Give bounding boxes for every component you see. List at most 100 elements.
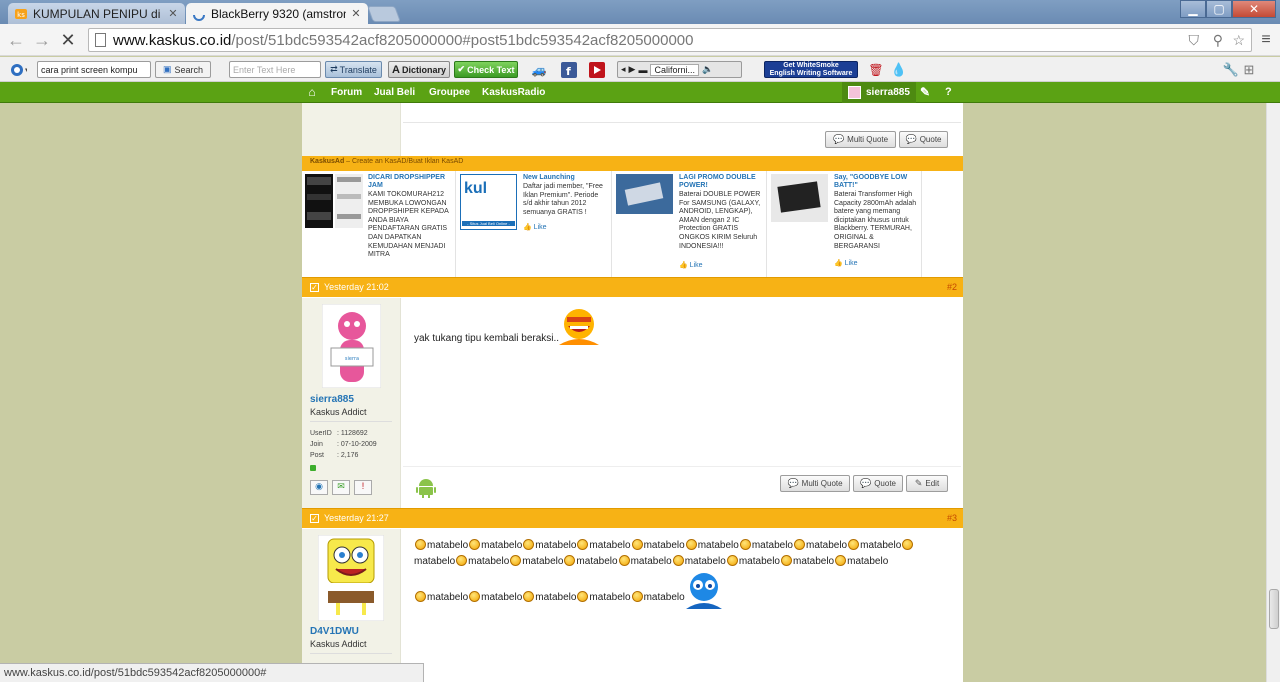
askbar-logo-icon[interactable]: ▾: [4, 61, 32, 78]
whitesmoke-button[interactable]: Get WhiteSmoke English Writing Software: [764, 61, 858, 78]
bookmark-star-icon[interactable]: ☆: [1232, 32, 1245, 49]
forward-arrow-icon[interactable]: →: [32, 30, 52, 50]
like-link[interactable]: 👍 Like: [834, 259, 858, 267]
post-user-column: sierra sierra885 Kaskus Addict UserID: 1…: [302, 298, 401, 510]
nav-forum[interactable]: Forum: [331, 82, 362, 103]
trash-icon[interactable]: 🗑: [867, 61, 885, 78]
matabelo-emoticon-icon: [523, 539, 535, 550]
tab-blackberry-9320[interactable]: BlackBerry 9320 (amstrong ✕: [186, 3, 368, 24]
page-scrollbar[interactable]: [1266, 103, 1280, 682]
help-icon[interactable]: ?: [945, 82, 952, 103]
ad-title[interactable]: New Launching: [523, 174, 609, 182]
droplet-icon[interactable]: 💧: [890, 61, 908, 78]
matabelo-text: matabelo: [427, 540, 469, 551]
media-back-icon[interactable]: ◂: [621, 64, 626, 75]
url-text[interactable]: www.kaskus.co.id/post/51bdc593542acf8205…: [113, 32, 693, 49]
shield-icon[interactable]: ⛉: [1189, 32, 1200, 49]
post-username-link[interactable]: sierra885: [310, 394, 354, 405]
wrench-icon[interactable]: 🔧: [1222, 61, 1240, 78]
ad-item-dropshipper[interactable]: DICARI DROPSHIPPER JAM KAMI TOKOMURAH212…: [302, 171, 456, 277]
play-video-icon[interactable]: [588, 61, 606, 78]
matabelo-emoticon-icon: [415, 539, 426, 550]
like-link[interactable]: 👍 Like: [523, 223, 547, 231]
dictionary-button[interactable]: A Dictionary: [388, 61, 450, 78]
ad-item-goodbye-low-batt[interactable]: Say, "GOODBYE LOW BATT!" Baterai Transfo…: [768, 171, 922, 277]
home-icon[interactable]: ⌂: [303, 82, 321, 103]
checkbox-icon[interactable]: ✓: [310, 283, 319, 292]
matabelo-text: matabelo: [589, 540, 631, 551]
media-play-icon[interactable]: ▶: [629, 64, 636, 75]
post-number-link[interactable]: #2: [947, 282, 957, 292]
speaker-icon[interactable]: 🔈: [702, 64, 713, 75]
post-header-bar: ✓ Yesterday 21:02 #2: [302, 277, 963, 297]
post-date: Yesterday 21:02: [324, 282, 389, 292]
extension-toolbar: ▾ cara print screen kompu ▣ Search Enter …: [0, 57, 1280, 82]
window-close-button[interactable]: ✕: [1232, 0, 1276, 18]
quote-button[interactable]: 💬 Quote: [899, 131, 948, 148]
add-icon[interactable]: ⊞: [1240, 61, 1258, 78]
media-player[interactable]: ◂ ▶ ▬ Californi... 🔈: [617, 61, 742, 78]
matabelo-text: matabelo: [589, 592, 631, 603]
translate-icon: ⇄: [330, 64, 338, 74]
nav-kaskus-radio[interactable]: KaskusRadio: [482, 82, 545, 103]
edit-icon: ✎: [914, 478, 923, 488]
matabelo-text: matabelo: [792, 556, 835, 567]
ad-title[interactable]: DICARI DROPSHIPPER JAM: [368, 174, 454, 190]
scrollbar-thumb[interactable]: [1269, 589, 1279, 629]
status-bar: www.kaskus.co.id/post/51bdc593542acf8205…: [0, 663, 424, 682]
report-icon[interactable]: !: [354, 480, 372, 495]
like-link[interactable]: 👍 Like: [679, 261, 703, 269]
tab-kumpulan-penipu[interactable]: ks KUMPULAN PENIPU di fjb ✕: [8, 3, 185, 24]
media-volume-bar[interactable]: ▬: [638, 65, 647, 75]
pencil-icon[interactable]: ✎: [920, 82, 930, 103]
multi-quote-button[interactable]: 💬 Multi Quote: [780, 475, 850, 492]
post-number-link[interactable]: #3: [947, 513, 957, 523]
text-input-field[interactable]: Enter Text Here: [229, 61, 321, 78]
back-arrow-icon[interactable]: ←: [6, 30, 26, 50]
maximize-button[interactable]: ▢: [1206, 0, 1232, 18]
user-menu[interactable]: sierra885: [842, 82, 916, 103]
minimize-button[interactable]: ▁: [1180, 0, 1206, 18]
car-icon[interactable]: 🚙: [530, 61, 548, 78]
nav-groupee[interactable]: Groupee: [429, 82, 470, 103]
matabelo-text: matabelo: [468, 556, 510, 567]
checkbox-icon[interactable]: ✓: [310, 514, 319, 523]
ad-title[interactable]: Say, "GOODBYE LOW BATT!": [834, 174, 920, 190]
matabelo-emoticon-icon: [631, 591, 643, 602]
profile-icon[interactable]: ◉: [310, 480, 328, 495]
stop-loading-icon[interactable]: ✕: [58, 30, 78, 50]
nav-jual-beli[interactable]: Jual Beli: [374, 82, 415, 103]
matabelo-emoticon-icon: [726, 555, 738, 566]
tab-close-icon[interactable]: ✕: [350, 7, 362, 20]
logo-text: kul: [464, 180, 488, 197]
watch-brands-image: [305, 174, 363, 228]
matabelo-emoticon-icon: [685, 539, 697, 550]
edit-button[interactable]: ✎ Edit: [906, 475, 948, 492]
ad-item-new-launching[interactable]: kul - Situs Jual Beli Online - New Launc…: [457, 171, 612, 277]
translate-button[interactable]: ⇄ Translate: [325, 61, 382, 78]
toolbar-search-input[interactable]: cara print screen kompu: [37, 61, 151, 78]
ad-item-double-power[interactable]: LAGI PROMO DOUBLE POWER! Baterai DOUBLE …: [613, 171, 767, 277]
matabelo-emoticon-icon: [672, 555, 684, 566]
svg-text:▾: ▾: [25, 66, 27, 74]
toolbar-search-button[interactable]: ▣ Search: [155, 61, 211, 78]
ad-title[interactable]: LAGI PROMO DOUBLE POWER!: [679, 174, 765, 190]
post-username-link[interactable]: D4V1DWU: [310, 626, 359, 637]
avatar[interactable]: sierra: [322, 304, 381, 388]
nav-username: sierra885: [866, 87, 910, 98]
multi-quote-button[interactable]: 💬 Multi Quote: [825, 131, 896, 148]
media-track-select[interactable]: Californi...: [650, 63, 699, 76]
avatar[interactable]: [318, 535, 384, 621]
kaskus-navigation: ⌂ Forum Jual Beli Groupee KaskusRadio si…: [0, 82, 1280, 103]
message-icon[interactable]: ✉: [332, 480, 350, 495]
address-bar[interactable]: www.kaskus.co.id/post/51bdc593542acf8205…: [88, 28, 1252, 52]
facebook-icon[interactable]: f: [560, 61, 578, 78]
tab-close-icon[interactable]: ✕: [167, 7, 179, 20]
check-text-button[interactable]: ✔ Check Text: [454, 61, 518, 78]
quote-button[interactable]: 💬 Quote: [853, 475, 903, 492]
new-tab-button[interactable]: [367, 6, 401, 22]
zoom-icon[interactable]: ⚲: [1213, 32, 1223, 49]
menu-icon[interactable]: ≡: [1256, 30, 1276, 50]
dictionary-icon: A: [392, 63, 400, 76]
quote-bubble-icon: 💬: [832, 134, 845, 144]
